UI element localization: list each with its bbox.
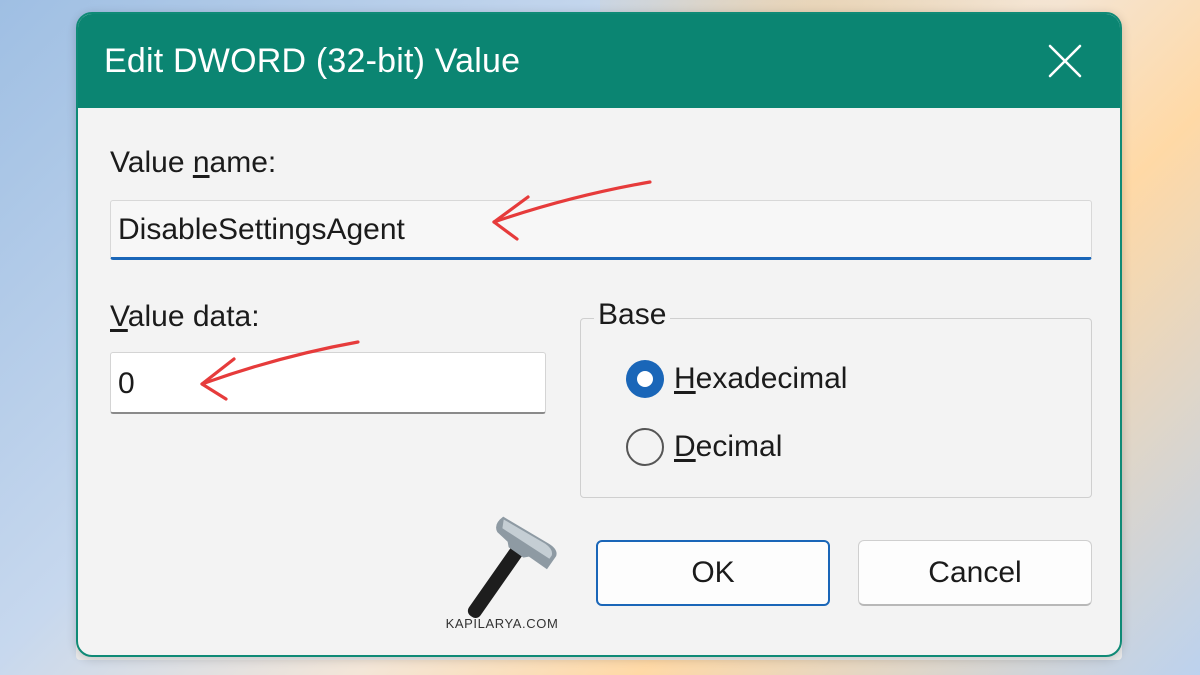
radio-hexadecimal-label: Hexadecimal: [674, 362, 848, 395]
radio-decimal[interactable]: Decimal: [626, 428, 782, 466]
radio-hexadecimal-indicator[interactable]: [626, 360, 664, 398]
close-icon: [1048, 44, 1082, 78]
value-data-field[interactable]: 0: [110, 352, 546, 414]
base-legend: Base: [594, 298, 671, 332]
base-groupbox: [580, 318, 1092, 498]
radio-decimal-indicator[interactable]: [626, 428, 664, 466]
dialog-title: Edit DWORD (32-bit) Value: [104, 42, 521, 80]
value-name-field[interactable]: DisableSettingsAgent: [110, 200, 1092, 260]
watermark-text: KAPILARYA.COM: [445, 616, 559, 631]
dialog-titlebar: Edit DWORD (32-bit) Value: [78, 14, 1120, 108]
radio-decimal-label: Decimal: [674, 430, 783, 463]
close-button[interactable]: [1010, 14, 1120, 108]
value-name-label: Value name:: [110, 146, 277, 179]
cancel-button[interactable]: Cancel: [858, 540, 1092, 606]
ok-button[interactable]: OK: [596, 540, 830, 606]
value-data-label: Value data:: [110, 300, 260, 333]
radio-hexadecimal[interactable]: Hexadecimal: [626, 360, 847, 398]
edit-dword-dialog: Edit DWORD (32-bit) Value Value name: Di…: [76, 12, 1122, 657]
